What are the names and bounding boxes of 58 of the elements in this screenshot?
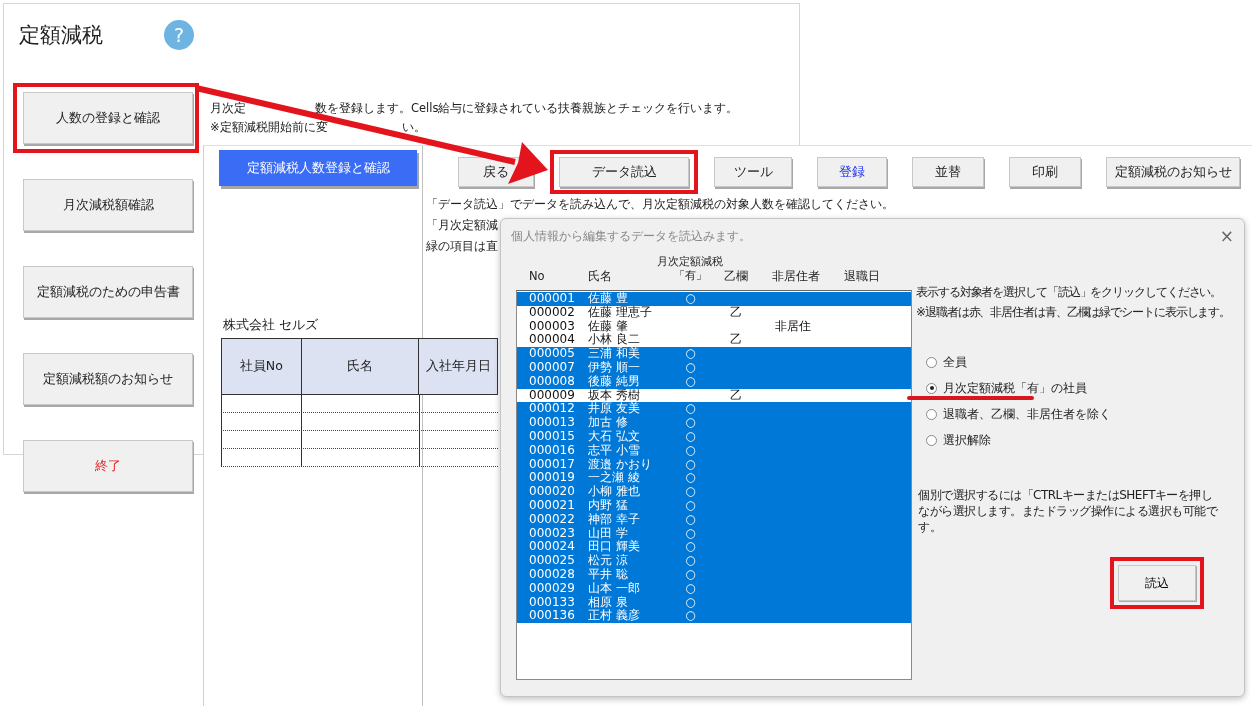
list-row[interactable]: 000001 佐藤 豊 ○ <box>517 292 911 306</box>
note-text: 「月次定額減 <box>426 217 498 234</box>
sidebar-button[interactable]: 定額減税のための申告書 <box>23 266 193 318</box>
sidebar-button[interactable]: 人数の登録と確認 <box>23 92 193 144</box>
note-text: 緑の項目は直 <box>426 238 498 255</box>
list-row[interactable]: 000004 小林 良二 乙 <box>517 333 911 348</box>
toolbar-button[interactable]: ツール <box>714 157 792 187</box>
radio-button[interactable] <box>926 408 937 420</box>
app-title: 定額減税 <box>19 22 104 49</box>
title-button[interactable]: 定額減税人数登録と確認 <box>219 150 417 186</box>
list-row[interactable]: 000009 坂本 秀樹 乙 <box>517 388 911 403</box>
option-label[interactable]: 退職者、乙欄、非居住者を除く <box>943 405 1111 423</box>
option-label[interactable]: 選択解除 <box>943 431 991 449</box>
toolbar-button[interactable]: データ読込 <box>559 157 689 187</box>
help-icon[interactable]: ? <box>164 20 194 50</box>
radio-button[interactable] <box>926 356 937 368</box>
list-row[interactable]: 000019 一之瀬 綾 ○ <box>517 471 911 486</box>
column-header: 入社年月日 <box>424 357 492 375</box>
radio-button[interactable] <box>926 382 937 394</box>
toolbar-button[interactable]: 並替 <box>912 157 984 187</box>
column-header: 社員No <box>222 339 302 394</box>
dialog-title: 個人情報から編集するデータを読込みます。 <box>511 227 751 245</box>
toolbar-button[interactable]: 印刷 <box>1009 157 1081 187</box>
list-row[interactable]: 000003 佐藤 肇 非居住 <box>517 319 911 334</box>
description-text: 数を登録します。Cells給与に登録されている扶養親族とチェックを行います。 <box>315 100 739 117</box>
option-label[interactable]: 全員 <box>943 353 967 371</box>
list-row[interactable]: 000013 加古 修 ○ <box>517 416 911 430</box>
column-header: 乙欄 <box>724 269 748 283</box>
list-row[interactable]: 000136 正村 義彦 ○ <box>517 609 911 624</box>
list-row[interactable]: 000002 佐藤 理恵子 乙 <box>517 305 911 320</box>
list-row[interactable]: 000020 小柳 雅也 ○ <box>517 485 911 499</box>
column-header: 氏名 <box>301 339 420 394</box>
instruction-text: ※退職者は赤、非居住者は青、乙欄は緑でシートに表示します。 <box>916 304 1231 321</box>
sidebar-button[interactable]: 月次減税額確認 <box>23 179 193 231</box>
toolbar-button[interactable]: 登録 <box>817 157 887 187</box>
list-row[interactable]: 000012 井原 友美 ○ <box>517 402 911 417</box>
column-header: 氏名 <box>588 269 613 283</box>
list-row[interactable]: 000025 松元 涼 ○ <box>517 554 911 568</box>
description-text: ※定額減税開始前に変 <box>210 119 328 136</box>
note-text: 「データ読込」でデータを読み込んで、月次定額減税の対象人数を確認してください。 <box>426 196 894 213</box>
option-label[interactable]: 月次定額減税「有」の社員 <box>943 379 1087 397</box>
column-header: 月次定額減税 「有」 <box>656 255 724 283</box>
sidebar-button[interactable]: 定額減税額のお知らせ <box>23 353 193 405</box>
list-row[interactable]: 000005 三浦 和美 ○ <box>517 347 911 361</box>
close-icon[interactable]: × <box>1219 226 1234 246</box>
company-name: 株式会社 セルズ <box>222 317 319 334</box>
note-text: 個別で選択するには「CTRLキーまたはSHEFTキーを押しながら選択します。またドラッグ操作による選択も可能です。 <box>917 487 1218 535</box>
radio-button[interactable] <box>926 434 937 446</box>
description-text: 月次定 <box>210 100 246 117</box>
instruction-text: 表示する対象者を選択して「読込」をクリックしてください。 <box>916 284 1222 301</box>
sidebar-button[interactable]: 終了 <box>23 440 193 492</box>
list-row[interactable]: 000024 田口 輝美 ○ <box>517 540 911 555</box>
toolbar-button[interactable]: 定額減税のお知らせ <box>1106 157 1240 187</box>
column-header: 退職日 <box>844 269 881 283</box>
column-header: 非居住者 <box>771 269 821 283</box>
read-button[interactable]: 読込 <box>1118 565 1196 601</box>
column-header: No <box>529 269 546 283</box>
description-text: い。 <box>402 119 427 136</box>
